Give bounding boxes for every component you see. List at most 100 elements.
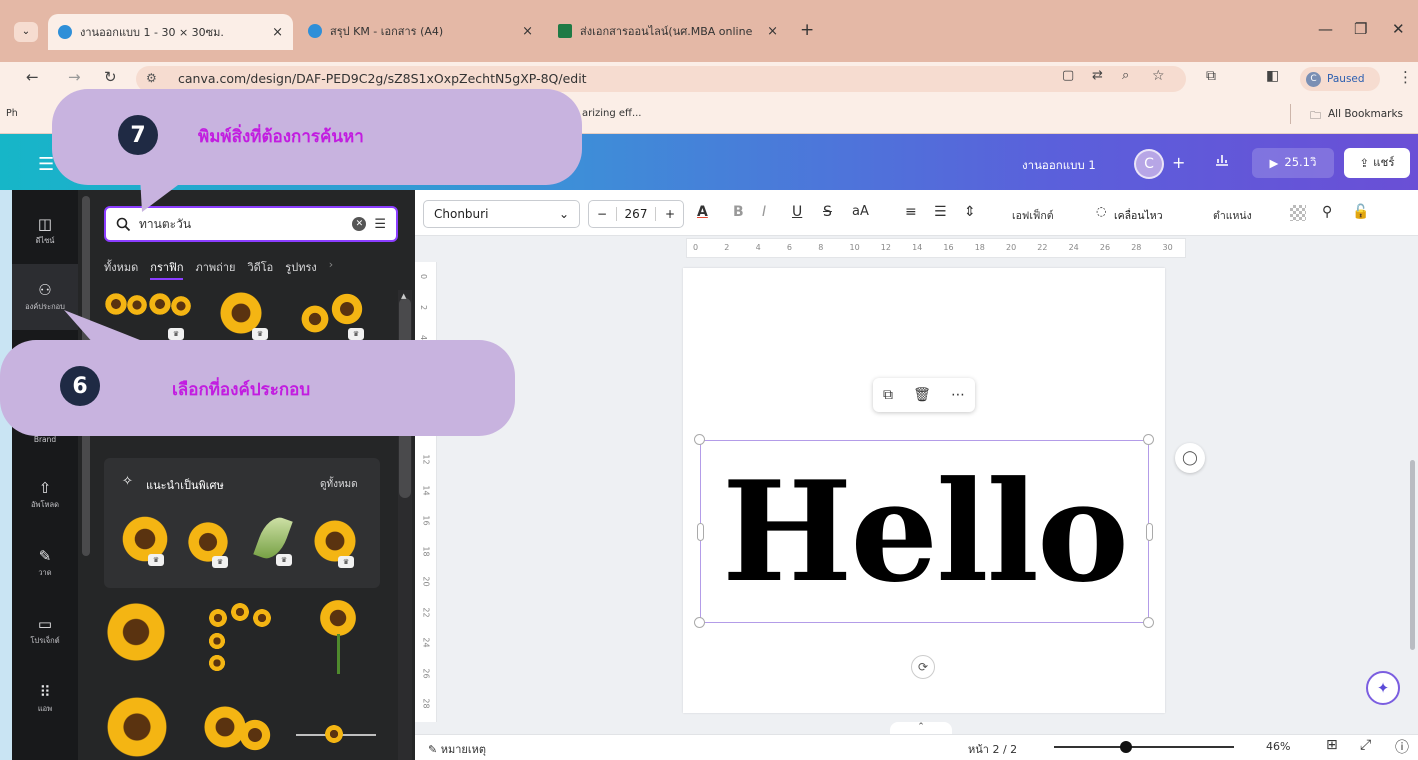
graphic-thumbnail[interactable]: ♛ [208,290,278,340]
minimize-icon[interactable]: — [1318,20,1333,38]
profile-button[interactable]: C Paused [1300,67,1380,91]
forward-icon[interactable]: → [68,68,81,86]
font-size-value[interactable]: 267 [615,207,657,221]
canvas-scrollbar[interactable] [1410,460,1415,650]
magic-assistant-icon[interactable]: ✦ [1366,671,1400,705]
browser-tab-km[interactable]: สรุป KM - เอกสาร (A4) × [298,14,543,48]
bookmark-star-icon[interactable]: ☆ [1152,68,1165,84]
graphic-thumbnail[interactable] [104,598,174,678]
rail-item-draw[interactable]: ✎ วาด [12,530,78,596]
comment-icon[interactable]: ◯ [1175,443,1205,473]
screenshot-icon[interactable]: ▢ [1062,68,1074,83]
letter-case-icon[interactable]: aA [852,204,869,219]
bookmark-item[interactable]: arizing eff... [582,108,642,119]
zoom-slider[interactable] [1054,746,1234,748]
resize-handle[interactable] [1143,434,1154,445]
rail-item-projects[interactable]: ▭ โปรเจ็กต์ [12,598,78,664]
chevron-right-icon[interactable]: › [329,258,333,280]
underline-icon[interactable]: U [792,204,802,220]
new-tab-button[interactable]: + [800,20,814,40]
tab-graphics[interactable]: กราฟิก [150,258,184,280]
more-icon[interactable]: ⋯ [951,387,965,403]
text-color-icon[interactable]: A [697,204,708,220]
back-icon[interactable]: ← [26,68,39,86]
bold-icon[interactable]: B [733,204,744,220]
tab-close-icon[interactable]: × [767,24,778,39]
reload-icon[interactable]: ↻ [104,68,117,86]
zoom-slider-knob[interactable] [1120,741,1132,753]
list-icon[interactable]: ☰ [934,204,947,220]
position-button[interactable]: ตำแหน่ง [1213,207,1252,224]
grid-view-icon[interactable]: ⊞ [1326,737,1338,753]
all-bookmarks[interactable]: All Bookmarks [1328,108,1403,120]
translate-icon[interactable]: ⇄ [1092,68,1103,83]
page-indicator[interactable]: หน้า 2 / 2 [968,740,1017,758]
resize-handle[interactable] [694,617,705,628]
hello-text[interactable]: Hello [700,446,1149,616]
zoom-value[interactable]: 46% [1266,740,1290,753]
insights-icon[interactable] [1214,152,1230,166]
sidebar-icon[interactable]: ◧ [1266,68,1279,84]
graphic-thumbnail[interactable] [200,690,280,760]
graphic-thumbnail[interactable] [312,598,372,678]
spacing-icon[interactable]: ⇕ [964,204,976,220]
add-collaborator-button[interactable]: + [1172,153,1185,172]
graphic-thumbnail[interactable]: ♛ [310,516,366,572]
tab-photos[interactable]: ภาพถ่าย [195,258,235,280]
avatar[interactable]: C [1134,149,1164,179]
graphic-thumbnail[interactable]: ♛ [120,514,176,570]
graphic-thumbnail[interactable]: ♛ [290,290,380,340]
animate-button[interactable]: ◌ เคลื่อนไหว [1086,201,1188,227]
graphic-thumbnail[interactable] [296,716,376,746]
tab-search-button[interactable]: ⌄ [14,22,38,42]
graphic-thumbnail[interactable]: ♛ [184,516,240,572]
lock-icon[interactable]: 🔓 [1352,204,1369,220]
rail-item-uploads[interactable]: ⇧ อัพโหลด [12,462,78,528]
effects-button[interactable]: เอฟเฟ็กต์ [1012,207,1054,224]
strikethrough-icon[interactable]: S [823,204,832,220]
see-all-link[interactable]: ดูทั้งหมด [320,477,358,492]
tab-close-icon[interactable]: × [522,24,533,39]
tab-videos[interactable]: วิดีโอ [247,258,273,280]
browser-menu-icon[interactable]: ⋮ [1398,68,1413,86]
bookmark-item[interactable]: Ph [6,108,18,119]
graphic-thumbnail[interactable] [200,598,290,678]
tab-all[interactable]: ทั้งหมด [104,258,138,280]
rail-item-design[interactable]: ◫ ดีไซน์ [12,198,78,264]
notes-button[interactable]: ✎ หมายเหตุ [428,740,486,758]
share-button[interactable]: ⇪ แชร์ [1344,148,1410,178]
filter-icon[interactable]: ☰ [374,217,386,232]
extensions-icon[interactable]: ⧉ [1206,68,1216,84]
zoom-icon[interactable]: ⌕ [1122,68,1129,83]
duplicate-icon[interactable]: ⧉ [883,387,893,403]
document-title[interactable]: งานออกแบบ 1 [1022,157,1096,175]
browser-tab-excel[interactable]: ส่งเอกสารออนไลน์(นศ.MBA online × [548,14,788,48]
browser-tab-design[interactable]: งานออกแบบ 1 - 30 × 30ซม. × [48,14,293,50]
restore-icon[interactable]: ❐ [1354,20,1367,38]
paint-format-icon[interactable]: ⚲ [1322,204,1332,220]
scroll-up-icon[interactable]: ▲ [401,292,406,300]
trash-icon[interactable]: 🗑 [913,387,931,403]
increase-size-button[interactable]: + [665,207,675,221]
rotate-icon[interactable]: ⟳ [911,655,935,679]
present-button[interactable]: ▶ 25.1วิ [1252,148,1334,178]
help-icon[interactable]: ⓘ [1395,737,1409,757]
graphic-thumbnail[interactable]: ♛ [250,512,306,572]
rail-item-apps[interactable]: ⠿ แอพ [12,666,78,732]
decrease-size-button[interactable]: − [597,207,607,221]
hamburger-menu-icon[interactable]: ☰ [38,154,54,175]
italic-icon[interactable]: I [762,204,766,220]
resize-handle[interactable] [1143,617,1154,628]
graphic-thumbnail[interactable] [104,690,184,760]
align-center-icon[interactable]: ≡ [905,204,917,220]
transparency-icon[interactable] [1290,205,1306,221]
close-window-icon[interactable]: ✕ [1392,20,1405,38]
tab-shapes[interactable]: รูปทรง [285,258,316,280]
tab-close-icon[interactable]: × [272,25,283,40]
fullscreen-icon[interactable]: ⤢ [1360,737,1371,753]
site-info-icon[interactable]: ⚙ [146,71,157,85]
resize-handle[interactable] [694,434,705,445]
clear-search-icon[interactable]: ✕ [352,217,367,231]
font-family-select[interactable]: Chonburi ⌄ [423,200,580,228]
font-size-stepper[interactable]: − 267 + [588,200,684,228]
